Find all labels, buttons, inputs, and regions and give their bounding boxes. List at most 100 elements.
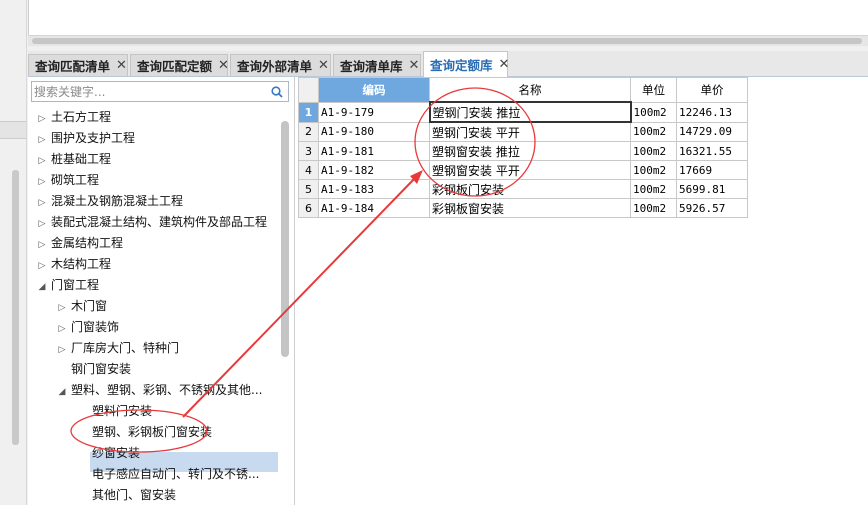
cell-unit[interactable]: 100m2 (630, 121, 677, 142)
expand-arrow-icon[interactable]: ▷ (56, 319, 68, 339)
tree-scrollbar[interactable] (281, 121, 289, 357)
tab-query-external-list[interactable]: 查询外部清单 ✕ (230, 54, 331, 76)
cell-unit[interactable]: 100m2 (630, 198, 677, 218)
tree-item[interactable]: ▷ 土石方工程 (36, 107, 111, 127)
row-number[interactable]: 4 (298, 160, 319, 180)
cell-price[interactable]: 12246.13 (676, 101, 748, 123)
tab-query-match-list[interactable]: 查询匹配清单 ✕ (28, 54, 128, 76)
cell-price[interactable]: 17669 (676, 160, 748, 180)
cell-unit[interactable]: 100m2 (630, 141, 677, 161)
tree-item[interactable]: ▷ 木结构工程 (36, 254, 111, 274)
tree-item[interactable]: ▷ 砌筑工程 (36, 170, 99, 190)
table-row[interactable]: 2 A1-9-180 塑钢门安装 平开 100m2 14729.09 (298, 121, 748, 142)
table-row[interactable]: 1 A1-9-179 塑钢门安装 推拉 100m2 12246.13 (298, 101, 748, 123)
cell-code[interactable]: A1-9-184 (318, 198, 430, 218)
tree-item[interactable]: ▷ 混凝土及钢筋混凝土工程 (36, 191, 183, 211)
tree-item-selected[interactable]: 塑钢、彩钢板门窗安装 (92, 422, 212, 442)
close-icon[interactable]: ✕ (318, 58, 329, 73)
expand-arrow-icon[interactable]: ▷ (36, 130, 48, 150)
cell-price[interactable]: 16321.55 (676, 141, 748, 161)
cell-price[interactable]: 14729.09 (676, 121, 748, 142)
expand-arrow-icon[interactable]: ▷ (36, 235, 48, 255)
cell-name[interactable]: 彩钢板窗安装 (429, 198, 631, 218)
tree-item[interactable]: 电子感应自动门、转门及不锈... (92, 464, 259, 484)
cell-name[interactable]: 塑钢门安装 推拉 (428, 101, 632, 123)
table-row[interactable]: 4 A1-9-182 塑钢窗安装 平开 100m2 17669 (298, 160, 748, 180)
search-input[interactable] (34, 83, 264, 100)
expand-arrow-icon[interactable]: ▷ (36, 256, 48, 276)
table-row[interactable]: 5 A1-9-183 彩钢板门安装 100m2 5699.81 (298, 179, 748, 199)
tree-item[interactable]: ◢ 门窗工程 (36, 275, 99, 295)
cell-price[interactable]: 5926.57 (676, 198, 748, 218)
cell-name[interactable]: 塑钢窗安装 推拉 (429, 141, 631, 161)
tree-item-label: 木结构工程 (51, 257, 112, 271)
tree-item[interactable]: ▷ 装配式混凝土结构、建筑构件及部品工程 (36, 212, 267, 232)
column-header-price[interactable]: 单价 (676, 77, 748, 103)
tree-item[interactable]: 钢门窗安装 (71, 359, 131, 379)
search-box[interactable] (31, 81, 289, 102)
tree-item[interactable]: ▷ 厂库房大门、特种门 (56, 338, 179, 358)
left-panel-scrollbar[interactable] (12, 170, 19, 445)
column-header-name[interactable]: 名称 (429, 77, 631, 103)
row-number[interactable]: 2 (298, 121, 319, 142)
tree-item[interactable]: ▷ 金属结构工程 (36, 233, 123, 253)
close-icon[interactable]: ✕ (409, 58, 420, 73)
tree-item-label: 砌筑工程 (51, 173, 100, 187)
expand-arrow-icon[interactable]: ▷ (56, 340, 68, 360)
cell-code[interactable]: A1-9-179 (318, 101, 430, 123)
close-icon[interactable]: ✕ (116, 58, 127, 73)
tree-item[interactable]: ▷ 木门窗 (56, 296, 107, 316)
tree-item[interactable]: ▷ 围护及支护工程 (36, 128, 135, 148)
column-header-code[interactable]: 编码 (318, 77, 430, 103)
top-horizontal-scrollbar[interactable] (28, 35, 868, 46)
tab-query-quota-library[interactable]: 查询定额库 ✕ (423, 51, 510, 77)
top-scrollbar-thumb[interactable] (32, 38, 862, 44)
tab-query-match-quota[interactable]: 查询匹配定额 ✕ (130, 54, 229, 76)
cell-name[interactable]: 塑钢窗安装 平开 (429, 160, 631, 180)
tree-item-label: 纱窗安装 (92, 446, 141, 460)
cell-name[interactable]: 彩钢板门安装 (429, 179, 631, 199)
tree-item[interactable]: ▷ 门窗装饰 (56, 317, 119, 337)
cell-unit[interactable]: 100m2 (630, 160, 677, 180)
cell-price[interactable]: 5699.81 (676, 179, 748, 199)
tab-label: 查询定额库 (430, 58, 493, 73)
quota-tree-panel: ▷土石方工程 ▷围护及支护工程 ▷桩基础工程 ▷砌筑工程 ▷混凝土及钢筋混凝土工… (28, 77, 295, 505)
row-number[interactable]: 6 (298, 198, 319, 218)
query-tab-bar: 查询匹配清单 ✕ 查询匹配定额 ✕ 查询外部清单 ✕ 查询清单库 ✕ 查询定额库… (28, 51, 868, 77)
tree-item[interactable]: 其他门、窗安装 (92, 485, 176, 505)
tree-item[interactable]: 塑料门安装 (92, 401, 152, 421)
collapse-arrow-icon[interactable]: ◢ (36, 277, 48, 297)
cell-code[interactable]: A1-9-181 (318, 141, 430, 161)
column-header-unit[interactable]: 单位 (630, 77, 677, 103)
cell-code[interactable]: A1-9-180 (318, 121, 430, 142)
close-icon[interactable]: ✕ (218, 58, 229, 73)
tree-item[interactable]: ▷ 桩基础工程 (36, 149, 111, 169)
expand-arrow-icon[interactable]: ▷ (36, 172, 48, 192)
table-row[interactable]: 6 A1-9-184 彩钢板窗安装 100m2 5926.57 (298, 198, 748, 218)
tree-item-label: 厂库房大门、特种门 (71, 341, 180, 355)
search-icon[interactable] (270, 85, 284, 99)
close-icon[interactable]: ✕ (499, 57, 510, 72)
cell-code[interactable]: A1-9-183 (318, 179, 430, 199)
cell-unit[interactable]: 100m2 (630, 101, 677, 123)
expand-arrow-icon[interactable]: ▷ (56, 298, 68, 318)
row-number[interactable]: 1 (298, 101, 319, 123)
collapse-arrow-icon[interactable]: ◢ (56, 382, 68, 402)
expand-arrow-icon[interactable]: ▷ (36, 193, 48, 213)
tab-query-list-library[interactable]: 查询清单库 ✕ (333, 54, 421, 76)
tab-label: 查询匹配定额 (137, 59, 213, 74)
tab-label: 查询匹配清单 (35, 59, 111, 74)
left-panel-header-band (0, 121, 26, 139)
tree-item[interactable]: ◢ 塑料、塑钢、彩钢、不锈钢及其他... (56, 380, 263, 402)
table-corner (298, 77, 319, 103)
cell-unit[interactable]: 100m2 (630, 179, 677, 199)
cell-code[interactable]: A1-9-182 (318, 160, 430, 180)
tree-item[interactable]: 纱窗安装 (92, 443, 140, 463)
row-number[interactable]: 5 (298, 179, 319, 199)
table-row[interactable]: 3 A1-9-181 塑钢窗安装 推拉 100m2 16321.55 (298, 141, 748, 161)
expand-arrow-icon[interactable]: ▷ (36, 109, 48, 129)
expand-arrow-icon[interactable]: ▷ (36, 151, 48, 171)
row-number[interactable]: 3 (298, 141, 319, 161)
expand-arrow-icon[interactable]: ▷ (36, 214, 48, 234)
cell-name[interactable]: 塑钢门安装 平开 (429, 121, 631, 142)
